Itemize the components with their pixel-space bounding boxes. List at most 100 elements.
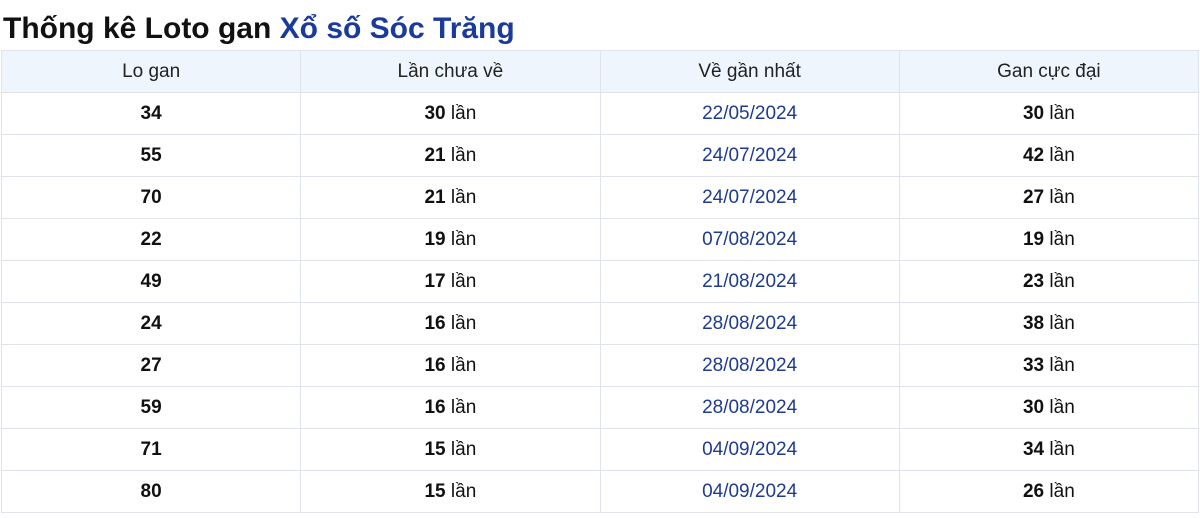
table-row: 22 19 lần 07/08/2024 19 lần: [0, 218, 1200, 261]
cell-lo-gan: 34: [0, 92, 302, 135]
lo-number: 34: [140, 102, 162, 124]
chua-ve-count: 15: [424, 438, 446, 460]
cell-gan-cuc-dai: 27 lần: [898, 176, 1200, 219]
cell-gan-cuc-dai: 19 lần: [898, 218, 1200, 261]
cuc-dai-count: 19: [1022, 228, 1045, 250]
cell-lo-gan: 22: [0, 218, 302, 261]
chua-ve-count: 16: [424, 354, 446, 376]
cuc-dai-count: 42: [1022, 144, 1045, 166]
cell-lan-chua-ve: 21 lần: [300, 134, 601, 177]
unit-label: lần: [450, 270, 477, 292]
unit-label: lần: [450, 438, 477, 460]
loto-gan-table: Lo gan Lần chưa về Về gần nhất Gan cực đ…: [0, 50, 1200, 513]
unit-label: lần: [1049, 354, 1075, 376]
cell-lo-gan: 55: [0, 134, 302, 177]
cell-ve-gan-nhat: 21/08/2024: [599, 260, 900, 303]
ve-gan-nhat-date: 22/05/2024: [702, 102, 798, 124]
table-row: 34 30 lần 22/05/2024 30 lần: [0, 92, 1200, 135]
unit-label: lần: [1049, 228, 1075, 250]
chua-ve-count: 21: [424, 186, 446, 208]
cell-gan-cuc-dai: 38 lần: [898, 302, 1200, 345]
unit-label: lần: [450, 480, 477, 502]
lo-number: 59: [140, 396, 162, 418]
table-row: 24 16 lần 28/08/2024 38 lần: [0, 302, 1200, 345]
lo-number: 22: [140, 228, 162, 250]
lo-number: 55: [140, 144, 162, 166]
cell-ve-gan-nhat: 22/05/2024: [599, 92, 900, 135]
ve-gan-nhat-date: 28/08/2024: [702, 354, 798, 376]
chua-ve-count: 30: [424, 102, 446, 124]
unit-label: lần: [1049, 144, 1075, 166]
unit-label: lần: [450, 312, 477, 334]
cell-ve-gan-nhat: 28/08/2024: [599, 386, 900, 429]
ve-gan-nhat-date: 21/08/2024: [702, 270, 798, 292]
col-header-ve-gan-nhat: Về gần nhất: [599, 50, 900, 93]
unit-label: lần: [450, 186, 477, 208]
ve-gan-nhat-date: 24/07/2024: [702, 144, 798, 166]
cuc-dai-count: 33: [1022, 354, 1045, 376]
col-header-gan-cuc-dai: Gan cực đại: [898, 50, 1200, 93]
lo-number: 27: [140, 354, 162, 376]
cell-lan-chua-ve: 17 lần: [300, 260, 601, 303]
cell-gan-cuc-dai: 33 lần: [898, 344, 1200, 387]
cell-gan-cuc-dai: 34 lần: [898, 428, 1200, 471]
unit-label: lần: [1049, 102, 1075, 124]
unit-label: lần: [450, 144, 477, 166]
lo-number: 80: [140, 480, 162, 502]
cell-gan-cuc-dai: 30 lần: [898, 92, 1200, 135]
cell-ve-gan-nhat: 07/08/2024: [599, 218, 900, 261]
cell-ve-gan-nhat: 04/09/2024: [599, 428, 900, 471]
table-header-row: Lo gan Lần chưa về Về gần nhất Gan cực đ…: [0, 50, 1200, 93]
cuc-dai-count: 30: [1022, 396, 1045, 418]
page-title: Thống kê Loto gan Xổ số Sóc Trăng: [0, 0, 1200, 50]
chua-ve-count: 16: [424, 396, 446, 418]
table-header: Lo gan Lần chưa về Về gần nhất Gan cực đ…: [0, 50, 1200, 93]
chua-ve-count: 16: [424, 312, 446, 334]
table-row: 71 15 lần 04/09/2024 34 lần: [0, 428, 1200, 471]
cell-ve-gan-nhat: 28/08/2024: [599, 344, 900, 387]
cell-ve-gan-nhat: 24/07/2024: [599, 134, 900, 177]
cuc-dai-count: 26: [1022, 480, 1045, 502]
table-row: 27 16 lần 28/08/2024 33 lần: [0, 344, 1200, 387]
ve-gan-nhat-date: 24/07/2024: [702, 186, 798, 208]
cuc-dai-count: 23: [1022, 270, 1045, 292]
lo-number: 71: [140, 438, 162, 460]
title-prefix: Thống kê Loto gan: [3, 12, 272, 45]
chua-ve-count: 17: [424, 270, 446, 292]
unit-label: lần: [450, 102, 477, 124]
cell-lan-chua-ve: 15 lần: [300, 428, 601, 471]
unit-label: lần: [1049, 312, 1075, 334]
unit-label: lần: [1049, 186, 1075, 208]
cell-ve-gan-nhat: 04/09/2024: [599, 470, 900, 513]
cell-gan-cuc-dai: 30 lần: [898, 386, 1200, 429]
unit-label: lần: [1049, 438, 1075, 460]
table-body: 34 30 lần 22/05/2024 30 lần 55 21 lần 24/07/20…: [0, 92, 1200, 513]
lo-number: 24: [140, 312, 162, 334]
cell-lan-chua-ve: 15 lần: [300, 470, 601, 513]
cell-gan-cuc-dai: 42 lần: [898, 134, 1200, 177]
cuc-dai-count: 30: [1022, 102, 1045, 124]
cell-lan-chua-ve: 16 lần: [300, 386, 601, 429]
cell-lan-chua-ve: 16 lần: [300, 344, 601, 387]
title-link-xo-so-soc-trang[interactable]: Xổ số Sóc Trăng: [280, 12, 515, 45]
cell-lo-gan: 27: [0, 344, 302, 387]
ve-gan-nhat-date: 04/09/2024: [702, 480, 798, 502]
cell-gan-cuc-dai: 26 lần: [898, 470, 1200, 513]
table-row: 49 17 lần 21/08/2024 23 lần: [0, 260, 1200, 303]
table-row: 59 16 lần 28/08/2024 30 lần: [0, 386, 1200, 429]
ve-gan-nhat-date: 07/08/2024: [702, 228, 798, 250]
cuc-dai-count: 27: [1022, 186, 1045, 208]
cell-lan-chua-ve: 21 lần: [300, 176, 601, 219]
page: Thống kê Loto gan Xổ số Sóc Trăng Lo gan…: [0, 0, 1200, 518]
col-header-lo-gan: Lo gan: [0, 50, 302, 93]
ve-gan-nhat-date: 28/08/2024: [702, 312, 798, 334]
unit-label: lần: [1049, 396, 1075, 418]
table-row: 55 21 lần 24/07/2024 42 lần: [0, 134, 1200, 177]
chua-ve-count: 19: [424, 228, 446, 250]
cell-ve-gan-nhat: 24/07/2024: [599, 176, 900, 219]
table-row: 70 21 lần 24/07/2024 27 lần: [0, 176, 1200, 219]
cuc-dai-count: 38: [1022, 312, 1045, 334]
table-row: 80 15 lần 04/09/2024 26 lần: [0, 470, 1200, 513]
col-header-lan-chua-ve: Lần chưa về: [300, 50, 601, 93]
unit-label: lần: [450, 228, 477, 250]
